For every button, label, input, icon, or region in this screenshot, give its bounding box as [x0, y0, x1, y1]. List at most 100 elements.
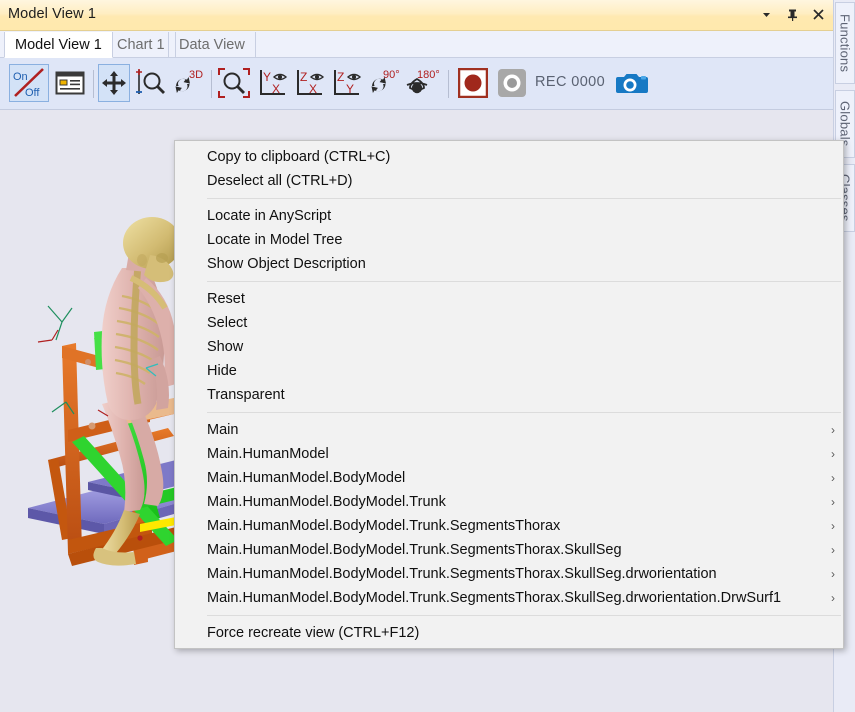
menu-item-label: Main.HumanModel.BodyModel.Trunk.Segments… — [207, 590, 782, 606]
chevron-right-icon: › — [831, 567, 835, 581]
rotate-3d-button[interactable]: 3D — [170, 64, 206, 102]
menu-item-hide[interactable]: Hide — [175, 359, 843, 383]
menu-item-label: Select — [207, 315, 248, 331]
camera-icon — [616, 74, 648, 93]
svg-text:On: On — [13, 71, 28, 83]
toolbar-separator-1 — [93, 70, 94, 98]
pan-tool-button[interactable] — [98, 64, 130, 102]
svg-text:3D: 3D — [189, 69, 203, 81]
viewport-context-menu[interactable]: Copy to clipboard (CTRL+C) Deselect all … — [174, 140, 844, 649]
stop-record-button[interactable] — [496, 64, 528, 102]
menu-item-path-drworientation[interactable]: Main.HumanModel.BodyModel.Trunk.Segments… — [175, 562, 843, 586]
menu-item-label: Locate in Model Tree — [207, 232, 343, 248]
chevron-right-icon: › — [831, 447, 835, 461]
menu-item-label: Transparent — [207, 387, 285, 403]
menu-item-show-object-description[interactable]: Show Object Description — [175, 252, 843, 276]
tab-data-view[interactable]: Data View — [168, 32, 256, 58]
window-controls — [759, 7, 825, 22]
tab-model-view-1[interactable]: Model View 1 — [4, 32, 113, 58]
menu-item-label: Copy to clipboard (CTRL+C) — [207, 149, 391, 165]
menu-item-locate-in-anyscript[interactable]: Locate in AnyScript — [175, 204, 843, 228]
menu-item-path-drwsurf1[interactable]: Main.HumanModel.BodyModel.Trunk.Segments… — [175, 586, 843, 610]
joint-marker — [85, 359, 91, 365]
menu-separator — [207, 412, 841, 413]
rotate-90-icon: 90° — [371, 69, 400, 93]
chevron-down-icon[interactable] — [759, 7, 773, 22]
joint-marker — [137, 535, 143, 541]
model-view-window: Model View 1 Model View 1 Chart 1 Data V… — [0, 0, 855, 712]
menu-item-deselect-all[interactable]: Deselect all (CTRL+D) — [175, 169, 843, 193]
menu-item-transparent[interactable]: Transparent — [175, 383, 843, 407]
view-zx-button[interactable]: Z X — [294, 64, 326, 102]
toolbar-separator-2 — [211, 70, 212, 98]
zoom-window-button[interactable] — [216, 64, 252, 102]
rail-tab-label: Functions — [837, 13, 853, 73]
on-off-icon: On Off — [13, 68, 44, 99]
record-button[interactable] — [457, 64, 489, 102]
svg-text:X: X — [272, 82, 280, 96]
menu-separator — [207, 281, 841, 282]
camera-snapshot-button[interactable] — [615, 64, 649, 102]
menu-item-path-segmentsthorax[interactable]: Main.HumanModel.BodyModel.Trunk.Segments… — [175, 514, 843, 538]
view-yx-button[interactable]: Y X — [257, 64, 289, 102]
chevron-right-icon: › — [831, 471, 835, 485]
tab-chart-1[interactable]: Chart 1 — [106, 32, 176, 58]
legend-icon — [55, 71, 85, 95]
menu-item-label: Main.HumanModel.BodyModel.Trunk.Segments… — [207, 518, 561, 534]
zoom-region-icon — [218, 68, 250, 98]
menu-item-show[interactable]: Show — [175, 335, 843, 359]
zoom-plus-minus-icon — [136, 69, 165, 94]
menu-item-label: Force recreate view (CTRL+F12) — [207, 625, 420, 641]
rotate-180-button[interactable]: 180° — [403, 64, 439, 102]
chevron-right-icon: › — [831, 519, 835, 533]
human-torso — [101, 265, 179, 420]
record-counter-label: REC 0000 — [535, 74, 606, 90]
menu-item-force-recreate-view[interactable]: Force recreate view (CTRL+F12) — [175, 621, 843, 645]
menu-item-label: Show Object Description — [207, 256, 366, 272]
menu-separator — [207, 615, 841, 616]
svg-text:Y: Y — [263, 70, 271, 84]
menu-item-locate-in-model-tree[interactable]: Locate in Model Tree — [175, 228, 843, 252]
zoom-in-out-button[interactable] — [134, 64, 168, 102]
chevron-right-icon: › — [831, 543, 835, 557]
view-zy-button[interactable]: Z Y — [331, 64, 363, 102]
menu-item-label: Deselect all (CTRL+D) — [207, 173, 353, 189]
rotate-3d-icon: 3D — [175, 69, 203, 93]
record-circle-icon — [458, 68, 488, 98]
menu-item-label: Locate in AnyScript — [207, 208, 332, 224]
menu-item-path-humanmodel[interactable]: Main.HumanModel › — [175, 442, 843, 466]
window-title: Model View 1 — [8, 6, 96, 22]
menu-item-copy-to-clipboard[interactable]: Copy to clipboard (CTRL+C) — [175, 145, 843, 169]
pin-icon[interactable] — [785, 7, 799, 22]
toggle-on-off-button[interactable]: On Off — [9, 64, 49, 102]
view-tabstrip: Model View 1 Chart 1 Data View — [0, 31, 833, 58]
menu-item-label: Main.HumanModel — [207, 446, 329, 462]
menu-item-label: Main.HumanModel.BodyModel.Trunk.Segments… — [207, 566, 717, 582]
menu-item-path-main[interactable]: Main › — [175, 418, 843, 442]
axis-zy-eye-icon: Z Y — [334, 70, 362, 96]
menu-item-reset[interactable]: Reset — [175, 287, 843, 311]
chevron-right-icon: › — [831, 423, 835, 437]
menu-item-label: Hide — [207, 363, 237, 379]
menu-item-path-trunk[interactable]: Main.HumanModel.BodyModel.Trunk › — [175, 490, 843, 514]
rail-tab-functions[interactable]: Functions — [835, 2, 855, 84]
rotate-90-button[interactable]: 90° — [367, 64, 401, 102]
menu-item-path-skullseg[interactable]: Main.HumanModel.BodyModel.Trunk.Segments… — [175, 538, 843, 562]
axis-yx-eye-icon: Y X — [260, 70, 288, 96]
legend-panel-button[interactable] — [52, 64, 88, 102]
axis-zx-eye-icon: Z X — [297, 70, 325, 96]
svg-text:Y: Y — [346, 82, 354, 96]
svg-text:Z: Z — [300, 70, 307, 84]
move-arrows-icon — [102, 71, 126, 95]
stop-record-icon — [498, 69, 526, 97]
window-titlebar: Model View 1 — [0, 0, 833, 31]
svg-text:Off: Off — [25, 87, 40, 99]
svg-text:X: X — [309, 82, 317, 96]
close-icon[interactable] — [811, 7, 825, 22]
menu-item-label: Reset — [207, 291, 245, 307]
menu-item-label: Main — [207, 422, 239, 438]
menu-item-select[interactable]: Select — [175, 311, 843, 335]
joint-marker — [88, 422, 96, 430]
svg-text:Z: Z — [337, 70, 344, 84]
menu-item-path-bodymodel[interactable]: Main.HumanModel.BodyModel › — [175, 466, 843, 490]
